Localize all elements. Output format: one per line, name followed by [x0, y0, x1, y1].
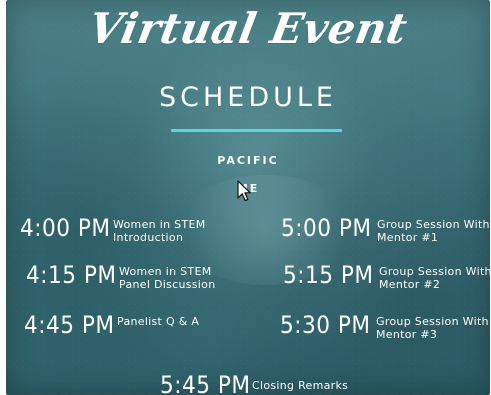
schedule-description: Panelist Q & A: [117, 315, 200, 328]
timezone-label-line-1: PACIFIC: [217, 154, 279, 167]
schedule-time: 5:00 PM: [281, 214, 372, 242]
script-title: Virtual Event: [85, 4, 412, 53]
schedule-time: 5:45 PM: [160, 371, 251, 395]
schedule-time: 5:30 PM: [280, 311, 371, 339]
timezone-label-line-2: ME: [236, 182, 260, 195]
title-divider: [171, 129, 342, 132]
schedule-description: Women in STEM Panel Discussion: [119, 265, 216, 291]
page-title: SCHEDULE: [158, 82, 337, 113]
schedule-description: Closing Remarks: [252, 379, 349, 392]
schedule-time: 4:15 PM: [26, 261, 117, 289]
schedule-time: 4:45 PM: [24, 311, 115, 339]
schedule-time: 5:15 PM: [283, 261, 374, 289]
schedule-time: 4:00 PM: [20, 214, 111, 242]
schedule-description: Group Session With Mentor #2: [379, 265, 490, 291]
schedule-description: Group Session With Mentor #3: [376, 315, 489, 341]
schedule-description: Group Session With Mentor #1: [377, 218, 490, 244]
schedule-description: Women in STEM Introduction: [113, 218, 206, 244]
event-schedule-graphic: Virtual Event SCHEDULE PACIFIC ME 4:00 P…: [6, 0, 490, 395]
